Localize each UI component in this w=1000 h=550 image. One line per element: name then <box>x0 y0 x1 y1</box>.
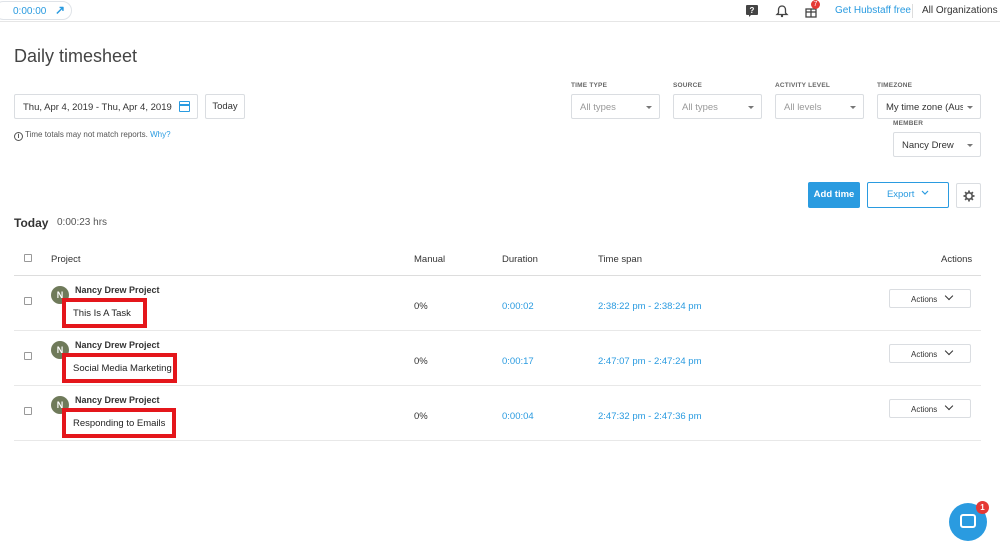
header-time-span: Time span <box>598 254 642 265</box>
project-name: Nancy Drew Project <box>75 285 160 295</box>
caret-down-icon <box>748 106 754 109</box>
today-button[interactable]: Today <box>205 94 245 119</box>
time-type-select[interactable]: All types <box>571 94 660 119</box>
chat-badge: 1 <box>976 501 989 514</box>
task-highlight: This Is A Task <box>62 298 147 328</box>
time-span[interactable]: 2:38:22 pm - 2:38:24 pm <box>598 301 702 312</box>
member-value: Nancy Drew <box>902 140 954 151</box>
manual-percent: 0% <box>414 411 428 422</box>
member-select[interactable]: Nancy Drew <box>893 132 981 157</box>
header-actions: Actions <box>941 254 973 265</box>
timer-widget[interactable]: 0:00:00 ↗ <box>0 1 72 20</box>
time-type-label: TIME TYPE <box>571 82 608 89</box>
chat-icon <box>960 514 976 528</box>
caret-down-icon <box>967 106 973 109</box>
project-name: Nancy Drew Project <box>75 395 160 405</box>
info-icon: i <box>14 132 23 141</box>
member-label: MEMBER <box>893 120 924 127</box>
row-checkbox[interactable] <box>24 407 32 415</box>
export-button[interactable]: Export <box>867 182 949 208</box>
time-totals-note: i Time totals may not match reports. Why? <box>14 130 171 141</box>
table-row: N Nancy Drew Project Social Media Market… <box>14 331 981 386</box>
time-span[interactable]: 2:47:07 pm - 2:47:24 pm <box>598 356 702 367</box>
why-link[interactable]: Why? <box>150 130 170 139</box>
row-checkbox[interactable] <box>24 352 32 360</box>
row-actions-label: Actions <box>911 350 938 359</box>
date-range-picker[interactable]: Thu, Apr 4, 2019 - Thu, Apr 4, 2019 <box>14 94 198 119</box>
table-header: Project Manual Duration Time span Action… <box>14 244 981 276</box>
row-actions-label: Actions <box>911 405 938 414</box>
timezone-select[interactable]: My time zone (Austi <box>877 94 981 119</box>
top-bar: 0:00:00 ↗ ? 7 Get Hubstaff free All Orga… <box>0 0 1000 22</box>
row-actions-button[interactable]: Actions <box>889 289 971 308</box>
duration[interactable]: 0:00:04 <box>502 411 534 422</box>
task-name: Responding to Emails <box>73 418 166 429</box>
topbar-divider <box>912 4 913 18</box>
export-label: Export <box>886 189 915 200</box>
chevron-down-icon <box>944 401 954 411</box>
manual-percent: 0% <box>414 356 428 367</box>
select-all-checkbox[interactable] <box>24 254 32 262</box>
table-row: N Nancy Drew Project Responding to Email… <box>14 386 981 441</box>
open-timer-arrow-icon[interactable]: ↗ <box>55 3 65 17</box>
source-label: SOURCE <box>673 82 703 89</box>
time-span[interactable]: 2:47:32 pm - 2:47:36 pm <box>598 411 702 422</box>
row-checkbox[interactable] <box>24 297 32 305</box>
page-title: Daily timesheet <box>14 46 138 66</box>
duration[interactable]: 0:00:17 <box>502 356 534 367</box>
row-actions-button[interactable]: Actions <box>889 399 971 418</box>
note-text: Time totals may not match reports. <box>25 130 148 139</box>
summary-label: Today <box>14 216 49 230</box>
help-icon[interactable]: ? <box>745 4 759 18</box>
add-time-button[interactable]: Add time <box>808 182 860 208</box>
chevron-down-icon <box>944 291 954 301</box>
project-name: Nancy Drew Project <box>75 340 160 350</box>
chevron-down-icon <box>944 346 954 356</box>
summary-hours: 0:00:23 hrs <box>57 217 108 228</box>
timezone-label: TIMEZONE <box>877 82 913 89</box>
caret-down-icon <box>646 106 652 109</box>
activity-level-value: All levels <box>784 102 822 113</box>
date-range-value: Thu, Apr 4, 2019 - Thu, Apr 4, 2019 <box>23 102 172 113</box>
gift-badge: 7 <box>811 0 820 9</box>
source-value: All types <box>682 102 718 113</box>
manual-percent: 0% <box>414 301 428 312</box>
duration[interactable]: 0:00:02 <box>502 301 534 312</box>
caret-down-icon <box>850 106 856 109</box>
time-type-value: All types <box>580 102 616 113</box>
table-row: N Nancy Drew Project This Is A Task 0% 0… <box>14 276 981 331</box>
calendar-icon[interactable] <box>179 101 190 112</box>
row-actions-label: Actions <box>911 295 938 304</box>
get-hubstaff-free-link[interactable]: Get Hubstaff free <box>835 5 911 16</box>
header-duration: Duration <box>502 254 538 265</box>
svg-text:?: ? <box>750 6 755 15</box>
settings-button[interactable] <box>956 183 981 208</box>
row-actions-button[interactable]: Actions <box>889 344 971 363</box>
source-select[interactable]: All types <box>673 94 762 119</box>
chat-launcher-button[interactable]: 1 <box>949 501 989 541</box>
activity-level-label: ACTIVITY LEVEL <box>775 82 831 89</box>
caret-down-icon <box>967 144 973 147</box>
bell-icon[interactable] <box>775 4 789 18</box>
task-name: Social Media Marketing <box>73 363 172 374</box>
gear-icon <box>963 190 975 202</box>
task-highlight: Social Media Marketing <box>62 353 177 383</box>
header-manual: Manual <box>414 254 446 265</box>
chevron-down-icon <box>921 190 929 195</box>
timezone-value: My time zone (Austi <box>886 102 970 113</box>
timer-value: 0:00:00 <box>13 6 47 17</box>
header-project: Project <box>51 254 81 265</box>
activity-level-select[interactable]: All levels <box>775 94 864 119</box>
task-highlight: Responding to Emails <box>62 408 176 438</box>
task-name: This Is A Task <box>73 308 131 319</box>
organization-selector[interactable]: All Organizations <box>922 5 998 16</box>
